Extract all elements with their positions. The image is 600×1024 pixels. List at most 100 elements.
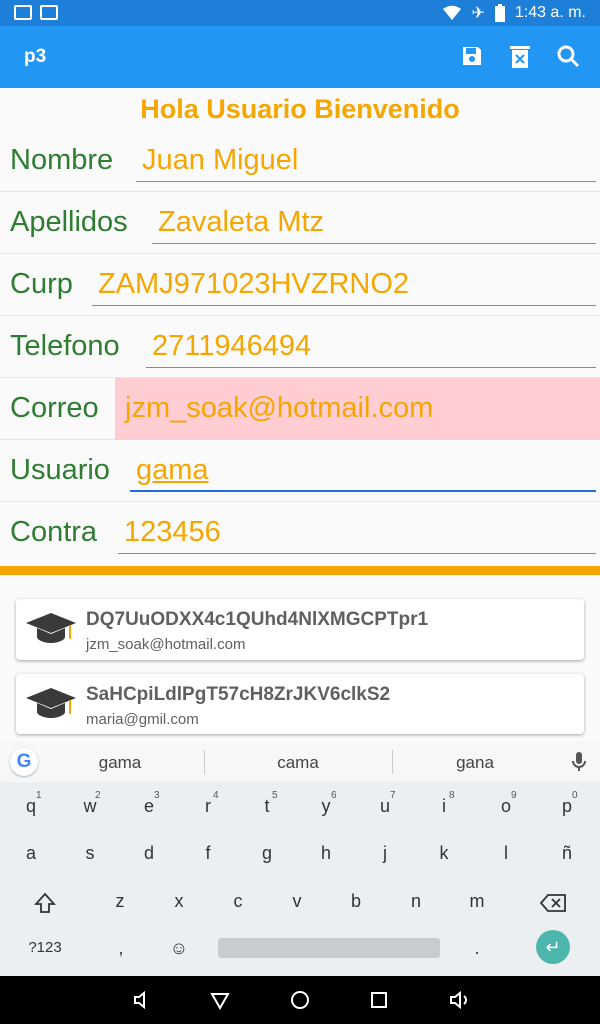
key-e[interactable]: e: [124, 784, 174, 828]
key-o[interactable]: o: [481, 784, 531, 828]
key-p[interactable]: p: [542, 784, 592, 828]
contra-input[interactable]: 123456: [118, 510, 596, 554]
key-hint-number: 7: [390, 790, 396, 801]
list-item-id: SaHCpiLdlPgT57cH8ZrJKV6clkS2: [86, 684, 391, 705]
key-b[interactable]: b: [331, 879, 381, 923]
google-icon[interactable]: G: [10, 748, 38, 776]
status-time: 1:43 a. m.: [514, 4, 586, 21]
key-j[interactable]: j: [360, 831, 410, 875]
search-icon[interactable]: [554, 42, 582, 70]
home-icon[interactable]: [288, 988, 312, 1012]
microphone-icon[interactable]: [572, 752, 586, 772]
apellidos-label: Apellidos: [10, 206, 128, 238]
emoji-icon[interactable]: ☺: [154, 926, 204, 970]
navigation-bar: [0, 976, 600, 1024]
suggestion-divider: [204, 750, 205, 774]
key-x[interactable]: x: [154, 879, 204, 923]
back-icon[interactable]: [208, 988, 232, 1012]
app-title: p3: [24, 46, 47, 67]
period-key[interactable]: .: [452, 926, 502, 970]
key-d[interactable]: d: [124, 831, 174, 875]
key-v[interactable]: v: [272, 879, 322, 923]
key-hint-number: 9: [511, 790, 517, 801]
list-item[interactable]: DQ7UuODXX4c1QUhd4NlXMGCPTpr1 jzm_soak@ho…: [16, 599, 584, 660]
status-bar: ✈ 1:43 a. m.: [0, 0, 600, 26]
delete-icon[interactable]: [506, 42, 534, 70]
apellidos-input[interactable]: Zavaleta Mtz: [152, 200, 596, 244]
usuario-input[interactable]: gama: [130, 448, 596, 492]
nombre-label: Nombre: [10, 144, 114, 176]
usuario-label: Usuario: [10, 454, 110, 486]
correo-label: Correo: [10, 392, 99, 424]
key-h[interactable]: h: [301, 831, 351, 875]
suggestion-2[interactable]: cama: [238, 753, 358, 773]
suggestion-divider: [392, 750, 393, 774]
list-item[interactable]: SaHCpiLdlPgT57cH8ZrJKV6clkS2 maria@gmil.…: [16, 674, 584, 734]
save-icon[interactable]: [458, 42, 486, 70]
shift-icon[interactable]: [34, 892, 56, 914]
list-item-id: DQ7UuODXX4c1QUhd4NlXMGCPTpr1: [86, 609, 429, 630]
suggestion-bar: G gama cama gana: [0, 742, 600, 782]
curp-label: Curp: [10, 268, 73, 300]
field-contra: Contra 123456: [0, 502, 600, 564]
wifi-icon: [443, 5, 462, 21]
suggestion-1[interactable]: gama: [60, 753, 180, 773]
comma-key[interactable]: ,: [96, 926, 146, 970]
recents-icon[interactable]: [367, 988, 391, 1012]
curp-input[interactable]: ZAMJ971023HVZRNO2: [92, 262, 596, 306]
volume-down-icon[interactable]: [130, 988, 154, 1012]
enter-icon[interactable]: ↵: [536, 930, 570, 964]
battery-icon: [494, 4, 505, 22]
user-form: Hola Usuario Bienvenido Nombre Juan Migu…: [0, 88, 600, 564]
key-z[interactable]: z: [95, 879, 145, 923]
field-nombre: Nombre Juan Miguel: [0, 130, 600, 192]
key-ñ[interactable]: ñ: [542, 831, 592, 875]
list-item-email: maria@gmil.com: [86, 711, 199, 728]
suggestion-3[interactable]: gana: [415, 753, 535, 773]
field-correo: Correo jzm_soak@hotmail.com: [0, 378, 600, 440]
key-y[interactable]: y: [301, 784, 351, 828]
key-l[interactable]: l: [481, 831, 531, 875]
welcome-header: Hola Usuario Bienvenido: [140, 94, 460, 124]
key-hint-number: 0: [572, 790, 578, 801]
airplane-icon: ✈: [471, 5, 485, 22]
key-w[interactable]: w: [65, 784, 115, 828]
correo-input[interactable]: jzm_soak@hotmail.com: [115, 378, 600, 440]
key-m[interactable]: m: [452, 879, 502, 923]
key-hint-number: 1: [36, 790, 42, 801]
volume-up-icon[interactable]: [448, 988, 472, 1012]
space-key[interactable]: [218, 938, 440, 958]
telefono-label: Telefono: [10, 330, 120, 362]
graduation-cap-icon: [26, 613, 76, 643]
symbols-key[interactable]: ?123: [20, 926, 70, 970]
key-hint-number: 5: [272, 790, 278, 801]
key-u[interactable]: u: [360, 784, 410, 828]
key-c[interactable]: c: [213, 879, 263, 923]
key-q[interactable]: q: [6, 784, 56, 828]
graduation-cap-icon: [26, 688, 76, 718]
key-n[interactable]: n: [391, 879, 441, 923]
key-s[interactable]: s: [65, 831, 115, 875]
divider-bar: [0, 566, 600, 575]
key-k[interactable]: k: [419, 831, 469, 875]
field-usuario: Usuario gama: [0, 440, 600, 502]
soft-keyboard: G gama cama gana q1 w2 e3 r4 t5 y6 u7 i8 o9 p0 as…: [0, 742, 600, 976]
nombre-input[interactable]: Juan Miguel: [136, 138, 596, 182]
key-hint-number: 6: [331, 790, 337, 801]
app-bar: p3: [0, 26, 600, 88]
field-telefono: Telefono 2711946494: [0, 316, 600, 378]
telefono-input[interactable]: 2711946494: [146, 324, 596, 368]
key-hint-number: 3: [154, 790, 160, 801]
list-item-email: jzm_soak@hotmail.com: [86, 636, 246, 653]
key-i[interactable]: i: [419, 784, 469, 828]
key-t[interactable]: t: [242, 784, 292, 828]
image-icon: [40, 5, 58, 20]
notification-icon: [14, 5, 32, 20]
backspace-icon[interactable]: [540, 894, 566, 912]
contra-label: Contra: [10, 516, 98, 548]
key-g[interactable]: g: [242, 831, 292, 875]
key-hint-number: 8: [449, 790, 455, 801]
key-a[interactable]: a: [6, 831, 56, 875]
key-r[interactable]: r: [183, 784, 233, 828]
key-f[interactable]: f: [183, 831, 233, 875]
